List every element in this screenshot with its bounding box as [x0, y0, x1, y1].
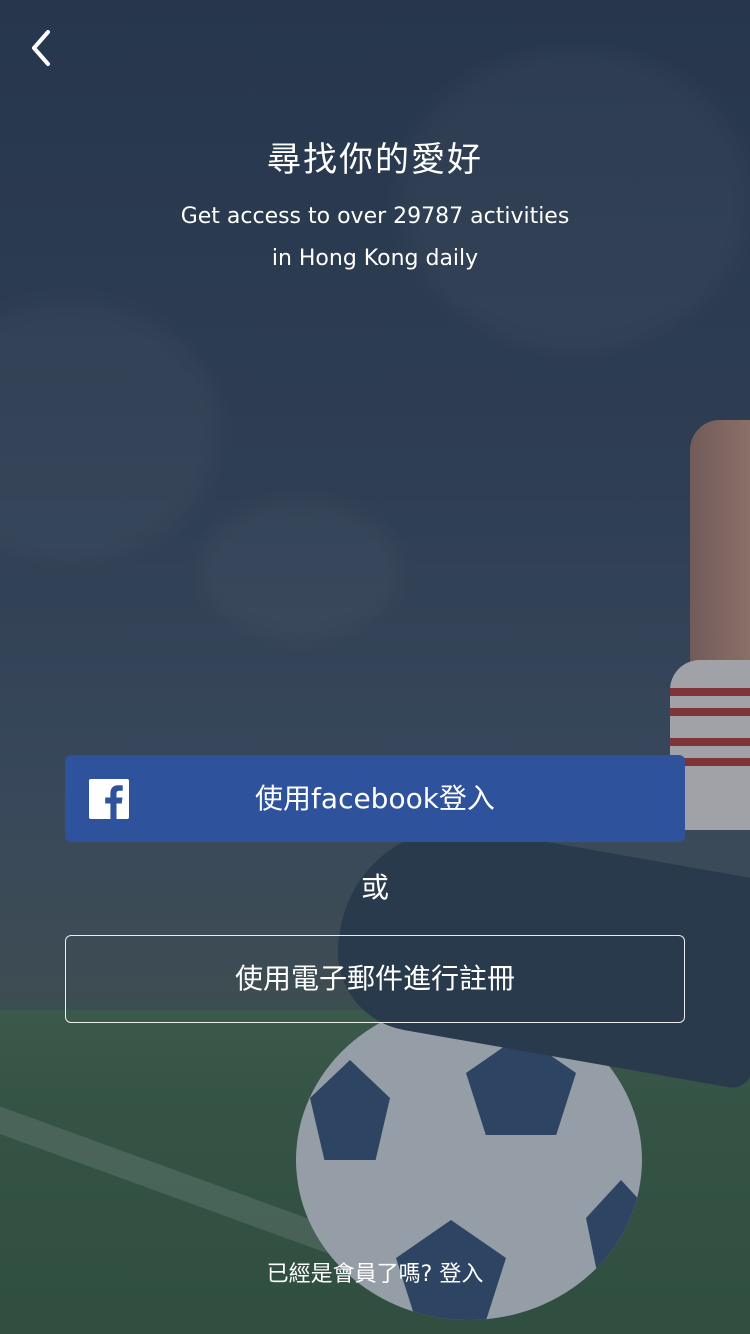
- subtitle-line-2: in Hong Kong daily: [271, 246, 479, 271]
- email-signup-label: 使用電子郵件進行註冊: [234, 962, 515, 995]
- or-divider: 或: [360, 871, 389, 904]
- page-subtitle: Get access to over 29787 activities in H…: [0, 196, 750, 280]
- facebook-login-label: 使用facebook登入: [255, 782, 495, 815]
- page-title: 尋找你的愛好: [267, 140, 483, 180]
- back-button[interactable]: [26, 28, 58, 68]
- member-prompt-text: 已經是會員了嗎?: [266, 1262, 433, 1287]
- subtitle-line-1: Get access to over 29787 activities: [180, 204, 570, 229]
- login-prompt: 已經是會員了嗎? 登入: [0, 1256, 750, 1288]
- chevron-left-icon: [32, 30, 50, 66]
- login-link[interactable]: 登入: [439, 1262, 483, 1287]
- email-signup-button[interactable]: 使用電子郵件進行註冊: [65, 935, 685, 1023]
- facebook-login-button[interactable]: 使用facebook登入: [65, 755, 685, 842]
